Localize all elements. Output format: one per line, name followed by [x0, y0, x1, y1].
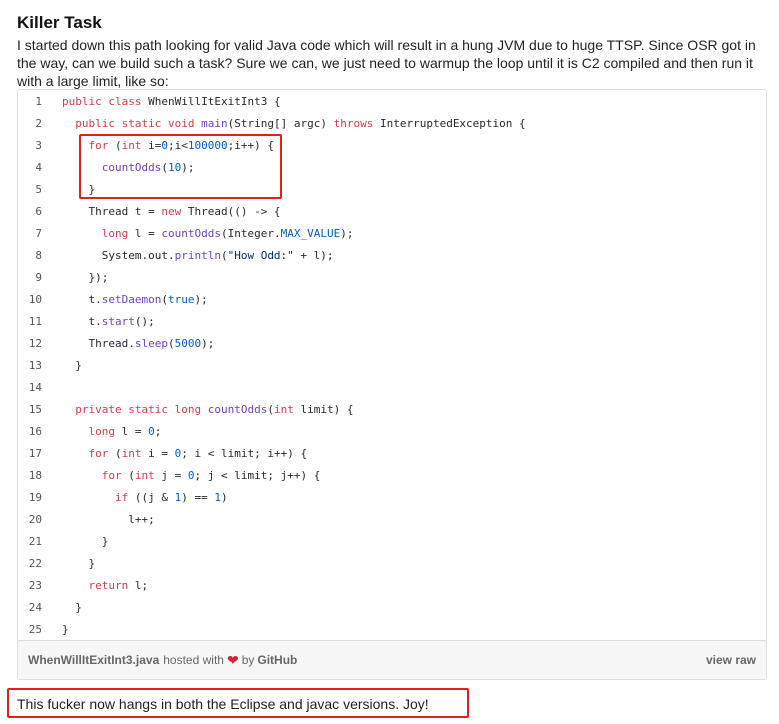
line-number: 9: [35, 271, 42, 284]
line-number: 18: [28, 469, 42, 482]
code-line: 17 for (int i = 0; i < limit; i++) {: [18, 443, 766, 465]
line-code: public class WhenWillItExitInt3 {: [62, 95, 281, 108]
code-line: 1 public class WhenWillItExitInt3 {: [18, 91, 766, 113]
post-intro: I started down this path looking for val…: [17, 37, 756, 89]
line-code: l++;: [62, 513, 155, 526]
code-line: 13 }: [18, 355, 766, 377]
code-line: 10 t.setDaemon(true);: [18, 289, 766, 311]
line-code: System.out.println("How Odd:" + l);: [62, 249, 334, 262]
line-code: }: [62, 535, 109, 548]
code-line: 9 });: [18, 267, 766, 289]
post-title: Killer Task: [17, 13, 102, 32]
line-number: 13: [28, 359, 42, 372]
line-number: 25: [28, 623, 42, 636]
line-code: if ((j & 1) == 1): [114, 491, 228, 504]
highlight-box-warmup-loop: [79, 134, 282, 199]
line-number: 24: [28, 601, 42, 614]
line-number: 5: [35, 183, 42, 196]
line-number: 16: [28, 425, 42, 438]
line-number: 14: [28, 381, 42, 394]
code-line: 14: [18, 377, 766, 399]
code-line: 23 return l;: [18, 575, 766, 597]
line-code: long l = countOdds(Integer.MAX_VALUE);: [101, 227, 354, 240]
line-code: }: [62, 623, 69, 636]
line-number: 22: [28, 557, 42, 570]
line-code: return l;: [88, 579, 149, 592]
line-code: long l = 0;: [88, 425, 162, 438]
line-number: 21: [28, 535, 42, 548]
line-code: t.setDaemon(true);: [62, 293, 208, 306]
line-number: 17: [28, 447, 42, 460]
line-code: public static void main(String[] argc) t…: [75, 117, 526, 130]
gist-footer: WhenWillItExitInt3.java hosted with ❤ by…: [18, 640, 766, 679]
line-number: 7: [35, 227, 42, 240]
gist-filename-link[interactable]: WhenWillItExitInt3.java: [28, 653, 159, 667]
code-line: 24 }: [18, 597, 766, 619]
line-code: }: [62, 557, 96, 570]
post-closing: This fucker now hangs in both the Eclips…: [17, 696, 429, 712]
line-number: 3: [35, 139, 42, 152]
github-link[interactable]: GitHub: [257, 653, 297, 667]
line-number: 12: [28, 337, 42, 350]
line-code: for (int i = 0; i < limit; i++) {: [88, 447, 308, 460]
line-number: 15: [28, 403, 42, 416]
line-number: 2: [35, 117, 42, 130]
line-number: 6: [35, 205, 42, 218]
line-number: 4: [35, 161, 42, 174]
view-raw-link[interactable]: view raw: [706, 653, 756, 667]
line-code: Thread t = new Thread(() -> {: [62, 205, 281, 218]
code-line: 2 public static void main(String[] argc)…: [18, 113, 766, 135]
line-code: t.start();: [62, 315, 155, 328]
line-code: });: [62, 271, 109, 284]
code-line: 19 if ((j & 1) == 1): [18, 487, 766, 509]
heart-icon: ❤: [226, 651, 239, 668]
line-code: Thread.sleep(5000);: [62, 337, 215, 350]
line-number: 10: [28, 293, 42, 306]
code-line: 11 t.start();: [18, 311, 766, 333]
line-number: 19: [28, 491, 42, 504]
line-code: private static long countOdds(int limit)…: [75, 403, 354, 416]
line-number: 20: [28, 513, 42, 526]
code-line: 8 System.out.println("How Odd:" + l);: [18, 245, 766, 267]
code-line: 7 long l = countOdds(Integer.MAX_VALUE);: [18, 223, 766, 245]
code-line: 6 Thread t = new Thread(() -> {: [18, 201, 766, 223]
code-line: 18 for (int j = 0; j < limit; j++) {: [18, 465, 766, 487]
by-text: by: [241, 653, 255, 667]
line-code: for (int j = 0; j < limit; j++) {: [101, 469, 321, 482]
line-code: }: [62, 601, 82, 614]
line-number: 8: [35, 249, 42, 262]
code-line: 20 l++;: [18, 509, 766, 531]
code-line: 25}: [18, 619, 766, 641]
code-line: 12 Thread.sleep(5000);: [18, 333, 766, 355]
hosted-with-text: hosted with: [163, 653, 224, 667]
line-code: }: [62, 359, 82, 372]
line-number: 11: [28, 315, 42, 328]
code-line: 16 long l = 0;: [18, 421, 766, 443]
code-line: 15 private static long countOdds(int lim…: [18, 399, 766, 421]
code-line: 21 }: [18, 531, 766, 553]
line-number: 23: [28, 579, 42, 592]
code-line: 22 }: [18, 553, 766, 575]
line-number: 1: [35, 95, 42, 108]
